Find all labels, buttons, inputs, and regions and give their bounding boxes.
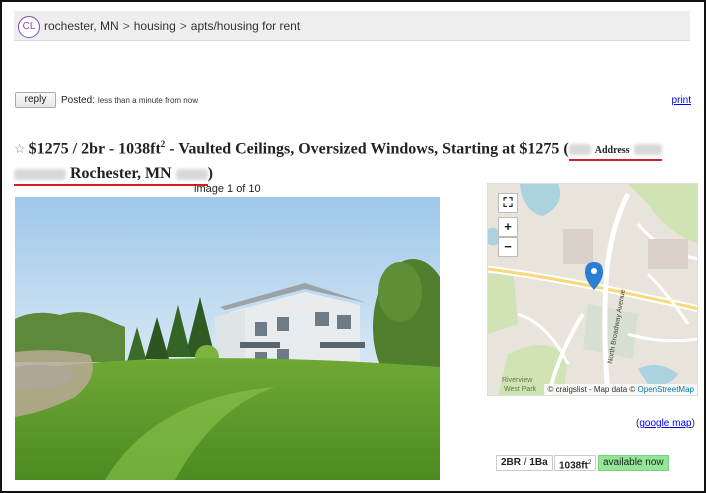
favorite-star-icon[interactable]: ☆ — [14, 141, 26, 156]
breadcrumb-bar: CL rochester, MN > housing > apts/housing fo… — [14, 11, 690, 41]
breadcrumb: rochester, MN > housing > apts/housing for r… — [44, 19, 300, 33]
zoom-out-button[interactable]: − — [498, 237, 518, 257]
sqft-badge: 1038ft2 — [554, 455, 597, 472]
park-label: West Park — [504, 386, 537, 393]
print-link[interactable]: print — [672, 95, 691, 106]
google-map-link[interactable]: google map — [639, 418, 691, 429]
fullscreen-icon[interactable]: ⛶ — [498, 193, 518, 213]
craigslist-logo[interactable]: CL — [18, 16, 40, 38]
listing-photo[interactable] — [15, 197, 440, 480]
posted-info: Posted: less than a minute from now — [61, 95, 198, 106]
close-paren: ) — [207, 165, 213, 183]
beds: 2BR — [501, 457, 522, 468]
location-map[interactable]: North Broadway Avenue Riverview West Par… — [487, 183, 698, 396]
address-label: Address — [594, 145, 630, 157]
address-redacted: Address — [568, 140, 662, 162]
park-label: Riverview — [502, 377, 533, 384]
redacted-block — [14, 169, 66, 181]
beds-baths-badge: 2BR / 1Ba — [496, 455, 553, 471]
posted-label: Posted: — [61, 95, 95, 106]
posted-time: less than a minute from now — [97, 96, 198, 105]
redacted-block — [568, 144, 591, 156]
posting-title: ☆ $1275 / 2br - 1038ft2 - Vaulted Ceiling… — [14, 133, 694, 187]
sqft-sup: 2 — [587, 460, 592, 466]
redacted-block — [175, 169, 208, 181]
breadcrumb-separator: > — [179, 19, 187, 33]
redacted-block — [633, 144, 662, 156]
sqft: 1038ft — [559, 460, 588, 472]
city-redacted: Rochester, MN — [14, 165, 208, 187]
breadcrumb-category[interactable]: apts/housing for rent — [191, 19, 300, 33]
breadcrumb-city[interactable]: rochester, MN — [44, 19, 119, 33]
image-counter: image 1 of 10 — [194, 183, 261, 195]
zoom-in-button[interactable]: + — [498, 217, 518, 237]
title-main: $1275 / 2br - 1038ft — [28, 140, 161, 158]
osm-link[interactable]: OpenStreetMap — [638, 385, 694, 394]
baths: 1Ba — [529, 457, 548, 468]
posting-city: Rochester, MN — [70, 165, 172, 183]
breadcrumb-housing[interactable]: housing — [134, 19, 176, 33]
map-attribution: © craigslist - Map data © OpenStreetMap — [544, 384, 697, 395]
paren-close: ) — [691, 418, 695, 429]
reply-button[interactable]: reply — [15, 92, 56, 108]
availability-badge: available now — [598, 455, 669, 471]
google-map-link-wrapper: (google map) — [636, 418, 695, 429]
breadcrumb-separator: > — [122, 19, 130, 33]
title-rest: - Vaulted Ceilings, Oversized Windows, S… — [165, 140, 569, 158]
attribution-text: © craigslist - Map data © — [547, 385, 638, 394]
